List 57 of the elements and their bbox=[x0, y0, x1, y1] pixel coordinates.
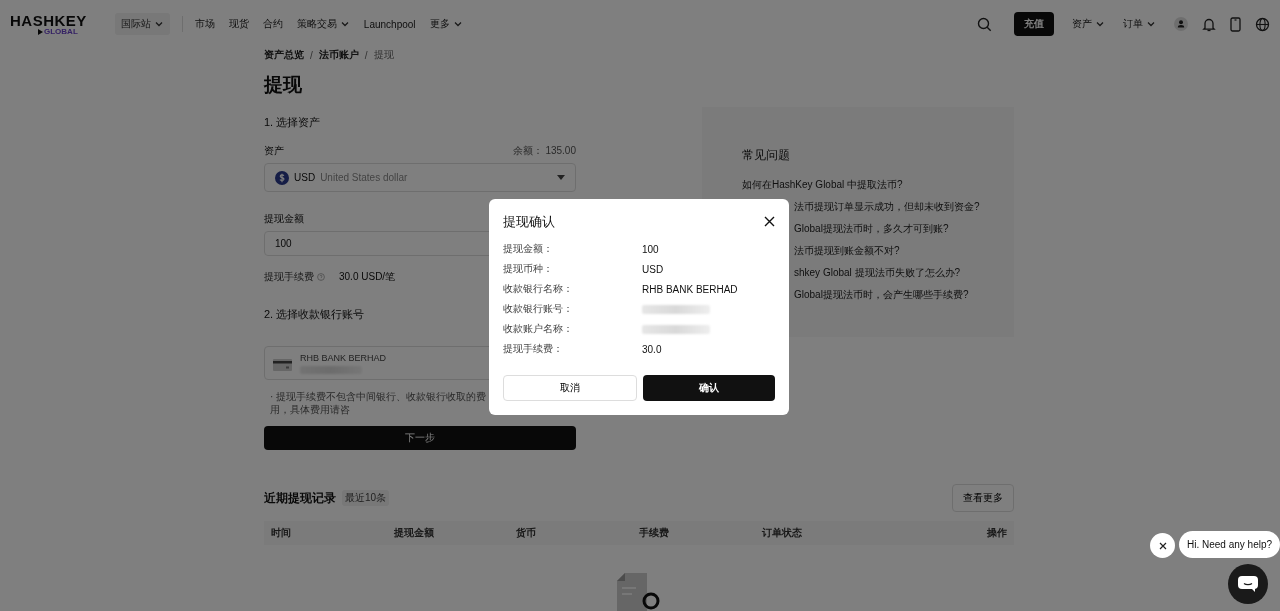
deposit-button[interactable]: 充值 bbox=[1014, 12, 1054, 36]
field-label: 资产 bbox=[264, 144, 284, 158]
records-title: 近期提现记录 bbox=[264, 489, 336, 507]
detail-value: 100 bbox=[642, 243, 659, 255]
faq-link[interactable]: shkey Global 提现法币失败了怎么办? bbox=[742, 266, 961, 280]
dialog-title: 提现确认 bbox=[503, 213, 555, 231]
detail-label: 提现金额： bbox=[503, 242, 554, 256]
menu-dropdown[interactable]: 资产 bbox=[1072, 17, 1105, 31]
balance-text: 余额： 135.00 bbox=[512, 144, 576, 158]
breadcrumb-item[interactable]: 法币账户 bbox=[318, 48, 359, 62]
column-header: 货币 bbox=[516, 526, 538, 540]
column-header: 手续费 bbox=[639, 526, 670, 540]
section-title: 2. 选择收款银行账号 bbox=[264, 307, 365, 322]
fee-label: 提现手续费 bbox=[264, 270, 314, 284]
detail-value: 30.0 bbox=[642, 343, 662, 355]
confirm-button[interactable]: 确认 bbox=[643, 375, 775, 401]
detail-label: 收款银行账号： bbox=[503, 302, 574, 316]
bank-name: RHB BANK BERHAD bbox=[300, 353, 387, 363]
detail-value: RHB BANK BERHAD bbox=[642, 283, 738, 295]
faq-link[interactable]: Global提现法币时，会产生哪些手续费? bbox=[742, 288, 969, 302]
faq-link[interactable]: 法币提现订单显示成功，但却未收到资金? bbox=[742, 200, 980, 214]
column-header: 操作 bbox=[986, 526, 1007, 540]
faq-link[interactable]: 如何在HashKey Global 中提取法币? bbox=[742, 178, 903, 192]
section-title: 1. 选择资产 bbox=[264, 115, 321, 130]
nav-item[interactable]: Launchpool bbox=[363, 18, 416, 30]
site-selector[interactable]: 国际站 bbox=[114, 13, 170, 35]
column-header: 时间 bbox=[271, 526, 292, 540]
detail-label: 收款账户名称： bbox=[503, 322, 574, 336]
faq-title: 常见问题 bbox=[742, 147, 791, 164]
records-badge: 最近10条 bbox=[342, 490, 390, 506]
breadcrumb-item[interactable]: 资产总览 bbox=[264, 48, 304, 62]
fee-note: · 提现手续费不包含中间银行、收款银行收取的费用，具体费用请咨 bbox=[270, 390, 488, 416]
cancel-button[interactable]: 取消 bbox=[503, 375, 637, 401]
menu-dropdown[interactable]: 订单 bbox=[1123, 17, 1156, 31]
nav-item[interactable]: 更多 bbox=[429, 17, 463, 31]
detail-label: 收款银行名称： bbox=[503, 282, 574, 296]
chat-message[interactable]: Hi. Need any help? bbox=[1179, 531, 1280, 558]
nav-item[interactable]: 市场 bbox=[194, 17, 215, 31]
fee-value: 30.0 USD/笔 bbox=[339, 270, 396, 284]
faq-link[interactable]: Global提现法币时，多久才可到账? bbox=[742, 222, 949, 236]
detail-label: 提现币种： bbox=[503, 262, 554, 276]
breadcrumb-separator: / bbox=[364, 49, 368, 61]
faq-link[interactable]: 法币提现到账金额不对? bbox=[742, 244, 900, 258]
field-label: 提现金额 bbox=[264, 212, 304, 226]
column-header: 订单状态 bbox=[761, 526, 803, 540]
page-title: 提现 bbox=[264, 73, 303, 97]
breadcrumb-item[interactable]: 提现 bbox=[373, 48, 394, 62]
nav-item[interactable]: 现货 bbox=[228, 17, 249, 31]
column-header: 提现金额 bbox=[393, 526, 435, 540]
nav-item[interactable]: 合约 bbox=[262, 17, 283, 31]
logo-text[interactable]: HASHKEY bbox=[10, 12, 87, 28]
logo-subtitle: GLOBAL bbox=[44, 27, 78, 36]
view-more-button[interactable]: 查看更多 bbox=[952, 484, 1014, 512]
breadcrumb-separator: / bbox=[310, 49, 313, 61]
detail-value: USD bbox=[642, 263, 664, 275]
nav-item[interactable]: 策略交易 bbox=[296, 17, 350, 31]
next-button[interactable]: 下一步 bbox=[264, 426, 576, 450]
